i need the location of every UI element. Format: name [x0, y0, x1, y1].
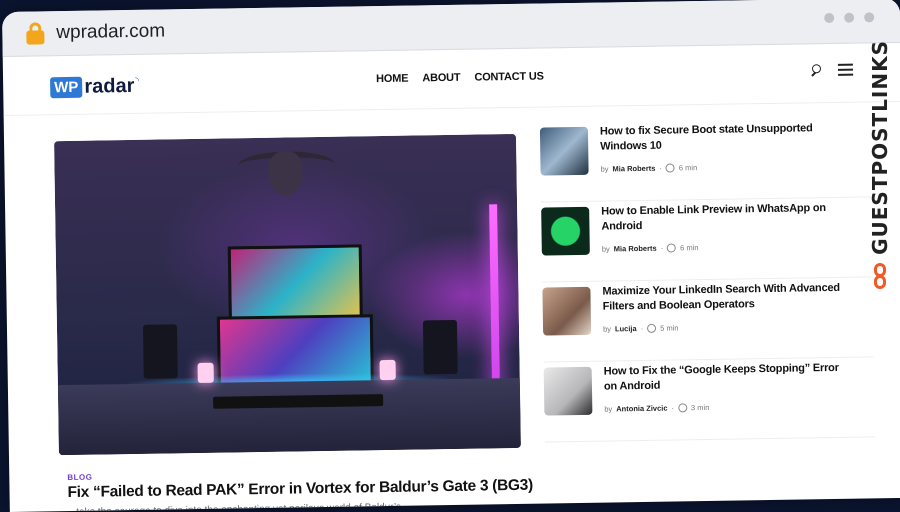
post-meta: by Mia Roberts · 6 min: [602, 243, 699, 254]
featured-title[interactable]: Fix “Failed to Read PAK” Error in Vortex…: [67, 477, 533, 502]
featured-image[interactable]: [54, 133, 521, 456]
clock-icon: [677, 403, 688, 413]
nav-contact-us[interactable]: CONTACT US: [474, 71, 543, 84]
post-author[interactable]: Antonia Zivcic: [616, 404, 667, 414]
by-label: by: [601, 244, 610, 254]
featured-excerpt: ...take the courage to dive into the enc…: [67, 501, 410, 512]
post-author[interactable]: Mia Roberts: [612, 164, 655, 174]
by-label: by: [602, 324, 612, 334]
list-item[interactable]: How to Fix the “Google Keeps Stopping” E…: [543, 358, 875, 443]
list-item[interactable]: How to Enable Link Preview in WhatsApp o…: [541, 198, 873, 283]
chain-link-icon: [872, 262, 888, 290]
clock-icon: [667, 243, 677, 253]
read-time: 6 min: [680, 243, 699, 253]
read-time: 6 min: [678, 163, 698, 173]
post-thumbnail[interactable]: [542, 286, 592, 336]
clock-icon: [665, 163, 675, 173]
hamburger-menu-icon[interactable]: [837, 63, 854, 76]
watermark-text: GUESTPOSTLINKS: [868, 40, 892, 255]
main-nav: HOME ABOUT CONTACT US: [376, 71, 544, 86]
window-dot-icon[interactable]: [864, 12, 875, 23]
sidebar-posts: How to fix Secure Boot state Unsupported…: [539, 118, 875, 443]
separator: ·: [660, 243, 664, 253]
clock-icon: [647, 323, 657, 333]
by-label: by: [604, 404, 613, 414]
site-logo[interactable]: WP radar ◝: [50, 75, 139, 99]
window-dot-icon[interactable]: [844, 12, 855, 23]
separator: ·: [659, 163, 662, 173]
read-time: 3 min: [690, 402, 710, 413]
lock-icon: [26, 22, 45, 45]
post-title[interactable]: How to Enable Link Preview in WhatsApp o…: [601, 201, 846, 235]
window-dot-icon[interactable]: [824, 12, 835, 24]
post-thumbnail[interactable]: [539, 126, 589, 176]
by-label: by: [600, 164, 609, 174]
nav-about[interactable]: ABOUT: [422, 72, 460, 85]
browser-window: wpradar.com WP radar ◝ HOME ABOUT CONTAC…: [2, 0, 900, 512]
logo-wp: WP: [50, 76, 83, 99]
post-author[interactable]: Mia Roberts: [614, 244, 657, 254]
url-text[interactable]: wpradar.com: [56, 20, 165, 44]
header-icons: [810, 63, 854, 77]
window-controls: [824, 12, 875, 24]
post-thumbnail[interactable]: [543, 366, 593, 416]
search-icon[interactable]: [810, 64, 822, 76]
post-title[interactable]: How to Fix the “Google Keeps Stopping” E…: [604, 361, 849, 395]
separator: ·: [671, 403, 675, 413]
post-meta: by Mia Roberts · 6 min: [600, 163, 697, 174]
post-meta: by Antonia Zivcic · 3 min: [604, 403, 709, 414]
post-thumbnail[interactable]: [541, 206, 590, 256]
list-item[interactable]: How to fix Secure Boot state Unsupported…: [539, 118, 872, 203]
featured-category[interactable]: BLOG: [67, 473, 92, 482]
guestpostlinks-watermark: GUESTPOSTLINKS: [866, 40, 894, 290]
nav-home[interactable]: HOME: [376, 73, 408, 86]
signal-icon: ◝: [135, 75, 140, 87]
separator: ·: [640, 323, 644, 334]
list-item[interactable]: Maximize Your LinkedIn Search With Advan…: [542, 278, 874, 363]
post-meta: by Lucija · 5 min: [603, 323, 679, 333]
post-author[interactable]: Lucija: [615, 324, 637, 333]
logo-radar: radar: [84, 74, 135, 98]
read-time: 5 min: [660, 323, 679, 333]
post-title[interactable]: Maximize Your LinkedIn Search With Advan…: [602, 281, 847, 315]
post-title[interactable]: How to fix Secure Boot state Unsupported…: [600, 121, 845, 155]
